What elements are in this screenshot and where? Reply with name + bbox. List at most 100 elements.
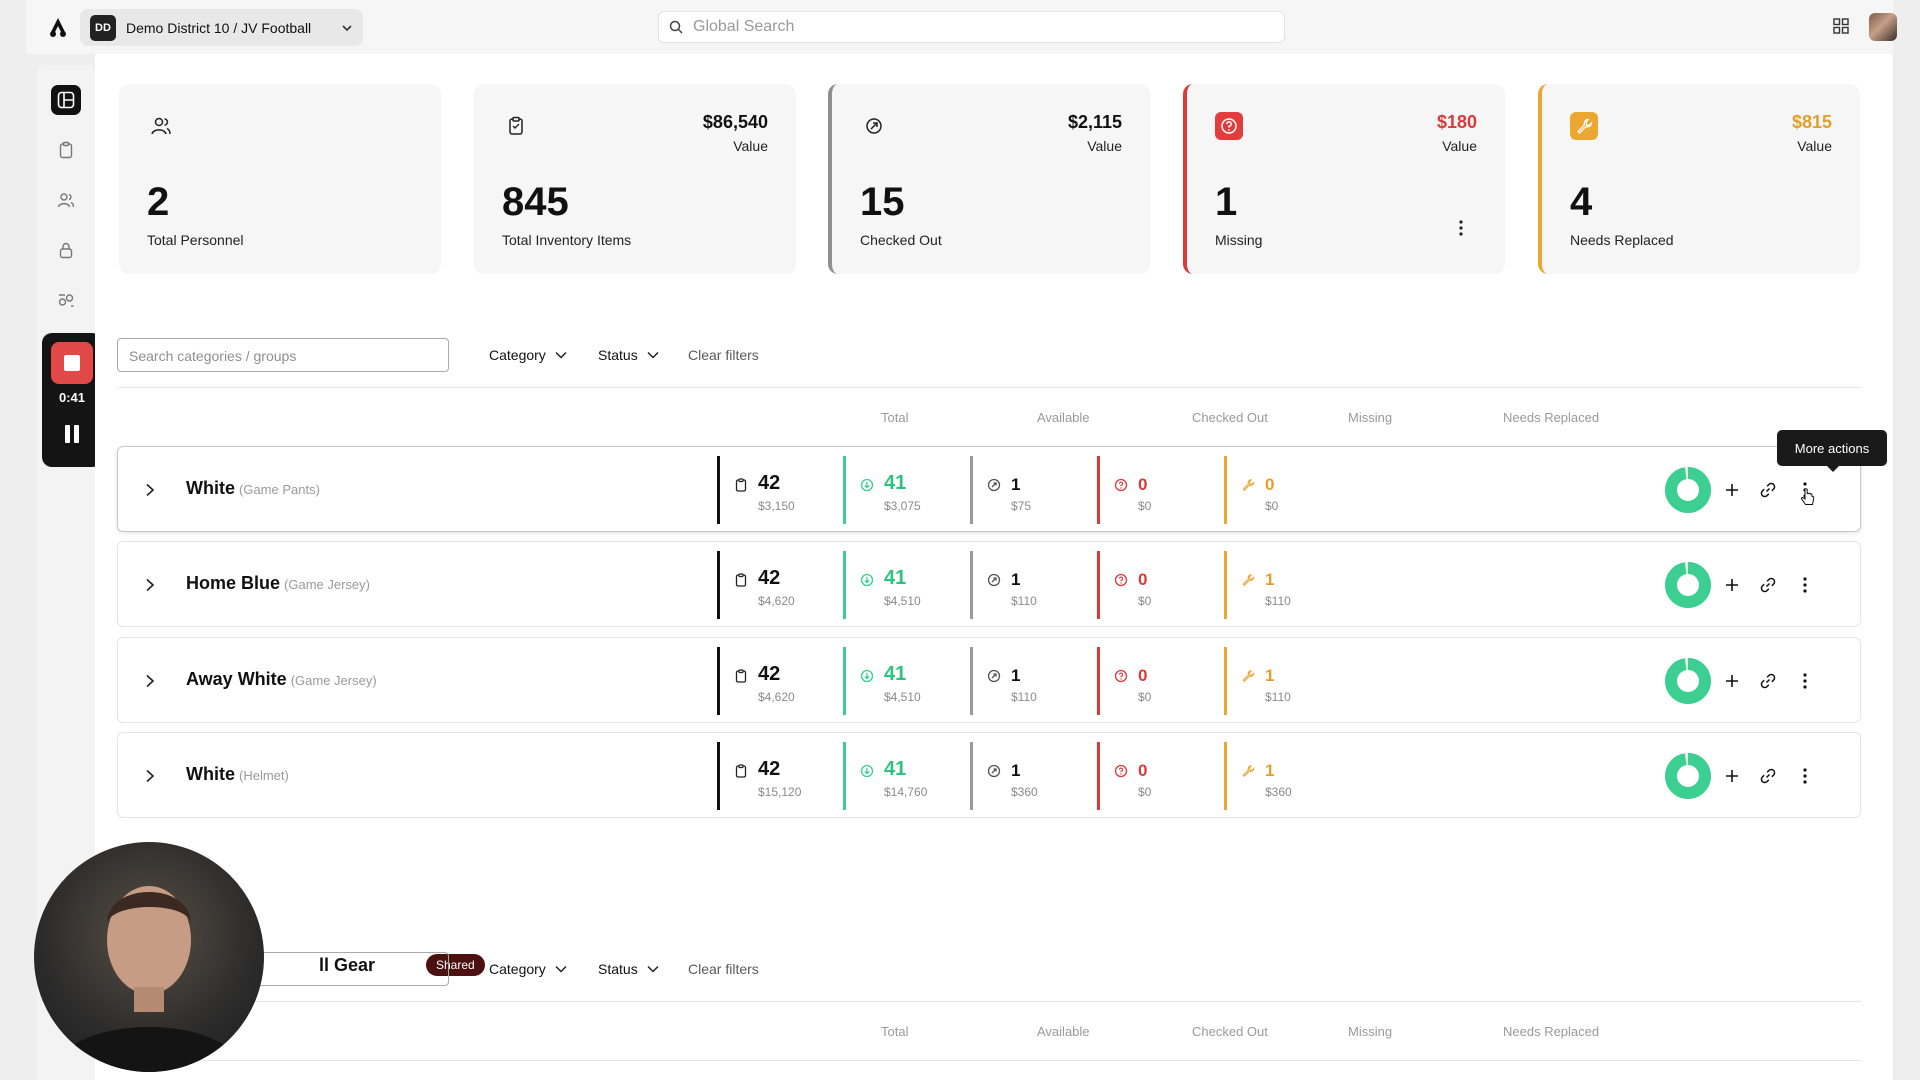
stop-recording-button[interactable] — [51, 342, 93, 384]
exchange-icon — [58, 294, 74, 307]
category-dropdown-2[interactable]: Category — [489, 961, 567, 977]
metric-value: $110 — [1265, 690, 1291, 704]
pause-recording-button[interactable] — [65, 425, 79, 443]
stat-label: Missing — [1215, 232, 1263, 248]
metric-needs-replaced: 1 $110 — [1224, 551, 1374, 619]
column-header-total: Total — [881, 410, 909, 425]
clear-filters-button[interactable]: Clear filters — [688, 347, 759, 363]
metric-value: $15,120 — [758, 785, 802, 799]
metric-value: $360 — [1265, 785, 1292, 799]
category-search-input[interactable]: Search categories / groups — [117, 338, 449, 372]
available-icon — [860, 764, 874, 778]
stat-card-inventory[interactable]: $86,540 Value 845 Total Inventory Items — [474, 84, 796, 274]
add-button[interactable] — [1722, 671, 1742, 691]
question-icon — [1215, 112, 1243, 140]
metric-count: 1 — [1265, 761, 1275, 780]
column-header-available: Available — [1037, 1024, 1090, 1039]
link-button[interactable] — [1758, 575, 1778, 595]
pointer-cursor-icon — [1801, 488, 1815, 505]
stat-value: $815 — [1791, 112, 1832, 132]
status-dropdown[interactable]: Status — [598, 347, 659, 363]
more-actions-button[interactable] — [1795, 575, 1815, 595]
metric-value: $3,075 — [884, 499, 921, 513]
column-header-available: Available — [1037, 410, 1090, 425]
stat-card-personnel[interactable]: 2 Total Personnel — [119, 84, 441, 274]
needs-replaced-icon — [1241, 573, 1255, 587]
stat-value: $86,540 — [702, 112, 768, 132]
category-dropdown[interactable]: Category — [489, 347, 567, 363]
metric-count: 42 — [758, 758, 781, 780]
more-actions-button[interactable] — [1795, 766, 1815, 786]
table-row[interactable]: Home Blue (Game Jersey) 42 $4,620 41 $4,510 1 $… — [117, 541, 1861, 627]
link-button[interactable] — [1758, 480, 1778, 500]
chevron-right-icon[interactable] — [144, 769, 156, 783]
metric-count: 42 — [758, 472, 781, 494]
column-header-missing: Missing — [1348, 410, 1393, 425]
workspace-switcher[interactable]: DD Demo District 10 / JV Football — [80, 9, 363, 46]
global-search-input[interactable]: Global Search — [658, 11, 1285, 43]
column-header-checked-out: Checked Out — [1192, 410, 1268, 425]
metric-value: $4,620 — [758, 690, 795, 704]
sidebar-item-dashboard[interactable] — [51, 85, 81, 115]
needs-replaced-icon — [1241, 764, 1255, 778]
stat-value: $2,115 — [1067, 112, 1122, 132]
more-actions-button[interactable] — [1795, 480, 1815, 505]
row-name: Home Blue — [186, 573, 281, 593]
stat-card-needs-replaced[interactable]: $815 Value 4 Needs Replaced — [1538, 84, 1860, 274]
metric-value: $14,760 — [884, 785, 928, 799]
status-dropdown-2[interactable]: Status — [598, 961, 659, 977]
chevron-right-icon[interactable] — [144, 578, 156, 592]
divider — [117, 387, 1861, 388]
kebab-menu-icon[interactable] — [1459, 220, 1463, 236]
checked-out-icon — [987, 669, 1001, 683]
row-name: White — [186, 764, 235, 784]
link-button[interactable] — [1758, 766, 1778, 786]
metric-count: 41 — [884, 472, 907, 494]
main-content: 2 Total Personnel $86,540 Value 845 Tota… — [95, 54, 1893, 1080]
total-icon — [734, 764, 748, 778]
metric-value: $3,150 — [758, 499, 795, 513]
sidebar-item-personnel[interactable] — [51, 185, 81, 215]
top-bar: DD Demo District 10 / JV Football Global… — [26, 0, 1897, 54]
add-button[interactable] — [1722, 766, 1742, 786]
stat-number: 845 — [502, 180, 569, 224]
row-title: Home Blue (Game Jersey) — [186, 573, 370, 594]
row-name: Away White — [186, 669, 287, 689]
column-header-total: Total — [881, 1024, 909, 1039]
screen-recorder: 0:41 — [42, 333, 102, 467]
app-logo-icon[interactable] — [47, 16, 69, 38]
clear-filters-button-2[interactable]: Clear filters — [688, 961, 759, 977]
metric-count: 1 — [1265, 570, 1275, 589]
row-title: White (Game Pants) — [186, 478, 320, 499]
stat-number: 15 — [860, 180, 905, 224]
workspace-name: Demo District 10 / JV Football — [126, 19, 312, 36]
metric-value: $0 — [1138, 690, 1152, 704]
more-actions-button[interactable] — [1795, 671, 1815, 691]
total-icon — [734, 669, 748, 683]
metric-count: 1 — [1011, 475, 1021, 494]
metric-value: $110 — [1011, 594, 1037, 608]
missing-icon — [1114, 478, 1128, 492]
sidebar-item-inventory[interactable] — [51, 135, 81, 165]
table-row[interactable]: Away White (Game Jersey) 42 $4,620 41 $4,510 1… — [117, 637, 1861, 723]
more-actions-tooltip: More actions — [1777, 430, 1887, 472]
chevron-right-icon[interactable] — [144, 483, 156, 497]
table-row[interactable]: White (Game Pants) 42 $3,150 41 $3,075 1 $75 0 $0… — [117, 446, 1861, 532]
availability-donut — [1665, 753, 1711, 799]
presenter-silhouette-icon — [54, 886, 244, 1072]
category-dropdown-label: Category — [489, 347, 546, 363]
user-avatar[interactable] — [1869, 13, 1897, 41]
sidebar-item-exchange[interactable] — [51, 285, 81, 315]
sidebar-item-lock[interactable] — [51, 235, 81, 265]
add-button[interactable] — [1722, 480, 1742, 500]
chevron-right-icon[interactable] — [144, 674, 156, 688]
available-icon — [860, 478, 874, 492]
apps-grid-icon[interactable] — [1832, 17, 1850, 35]
add-button[interactable] — [1722, 575, 1742, 595]
link-button[interactable] — [1758, 671, 1778, 691]
stat-card-missing[interactable]: $180 Value 1 Missing — [1183, 84, 1505, 274]
table-row[interactable]: White (Helmet) 42 $15,120 41 $14,760 1 $360 0 $0 1… — [117, 732, 1861, 818]
metric-count: 41 — [884, 758, 907, 780]
stat-card-checked-out[interactable]: $2,115 Value 15 Checked Out — [828, 84, 1150, 274]
stat-number: 4 — [1570, 180, 1593, 224]
